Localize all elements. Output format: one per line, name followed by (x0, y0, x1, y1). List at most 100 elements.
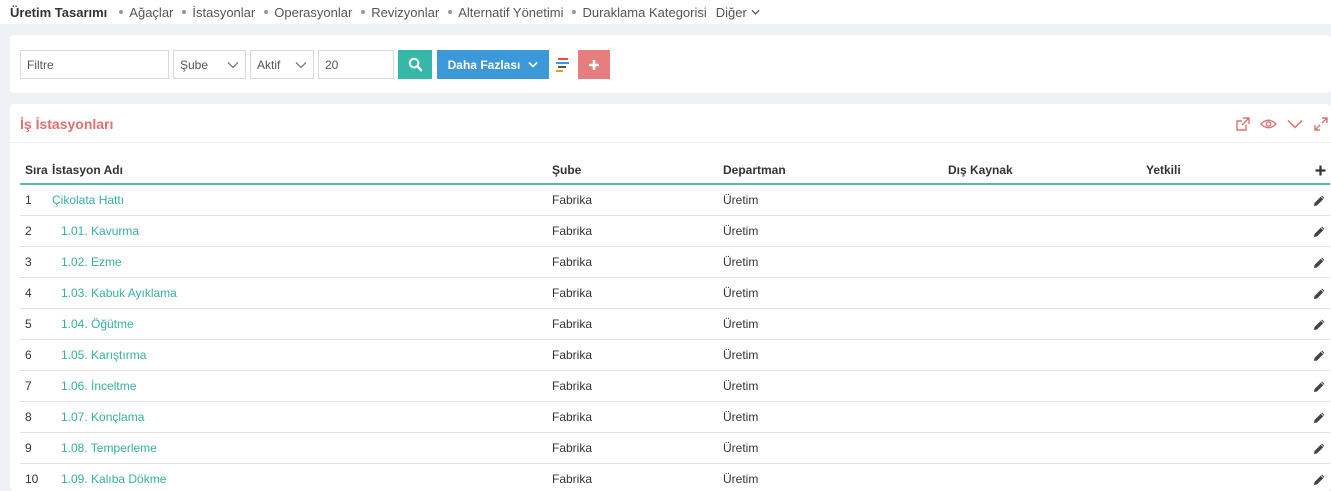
cell-department: Üretim (723, 308, 948, 340)
cell-station-name-link[interactable]: 1.05. Karıştırma (52, 339, 552, 371)
cell-sira: 10 (20, 463, 52, 491)
cell-station-name-link[interactable]: 1.08. Temperleme (52, 432, 552, 464)
cell-external-source (948, 401, 1146, 433)
edit-button[interactable] (1286, 246, 1330, 278)
cell-sira: 9 (20, 432, 52, 464)
expand-button[interactable] (1312, 115, 1329, 132)
nav-item-istasyonlar[interactable]: İstasyonlar (182, 5, 255, 20)
pencil-icon (1314, 257, 1325, 268)
edit-button[interactable] (1286, 339, 1330, 371)
col-header-sira[interactable]: Sıra (20, 155, 52, 185)
cell-authorized (1146, 308, 1286, 340)
cell-station-name-link[interactable]: 1.03. Kabuk Ayıklama (52, 277, 552, 309)
cell-department: Üretim (723, 432, 948, 464)
nav-item-label: Ağaçlar (129, 4, 174, 20)
work-stations-panel: İş İstasyonları Sıra İstasyon Adı Şube D… (10, 104, 1331, 491)
edit-button[interactable] (1286, 308, 1330, 340)
chevron-down-icon (751, 9, 760, 15)
nav-item-agaclar[interactable]: Ağaçlar (119, 5, 173, 20)
cell-branch: Fabrika (552, 463, 723, 491)
edit-button[interactable] (1286, 463, 1330, 491)
nav-item-revizyonlar[interactable]: Revizyonlar (361, 5, 439, 20)
cell-station-name-link[interactable]: 1.07. Konçlama (52, 401, 552, 433)
chevron-down-icon (227, 61, 239, 68)
nav-item-operasyonlar[interactable]: Operasyonlar (264, 5, 352, 20)
cell-external-source (948, 246, 1146, 278)
pencil-icon (1314, 474, 1325, 485)
cell-department: Üretim (723, 339, 948, 371)
column-settings-button[interactable] (554, 50, 572, 79)
nav-item-duraklama-kategorisi[interactable]: Duraklama Kategorisi (572, 5, 707, 20)
cell-external-source (948, 463, 1146, 491)
export-button[interactable] (1234, 115, 1251, 132)
export-icon (1235, 116, 1250, 131)
more-button[interactable]: Daha Fazlası (437, 50, 549, 79)
cell-external-source (948, 215, 1146, 247)
cell-authorized (1146, 184, 1286, 216)
pencil-icon (1314, 226, 1325, 237)
page-size-input[interactable] (318, 50, 394, 79)
cell-station-name-link[interactable]: 1.06. İnceltme (52, 370, 552, 402)
cell-authorized (1146, 339, 1286, 371)
edit-button[interactable] (1286, 370, 1330, 402)
cell-branch: Fabrika (552, 432, 723, 464)
bullet-icon (119, 10, 124, 14)
cell-department: Üretim (723, 370, 948, 402)
add-row-button[interactable] (1286, 155, 1330, 185)
cell-sira: 7 (20, 370, 52, 402)
col-header-department[interactable]: Departman (723, 155, 948, 185)
cell-station-name-link[interactable]: Çikolata Hattı (52, 184, 552, 216)
cell-authorized (1146, 463, 1286, 491)
cell-branch: Fabrika (552, 370, 723, 402)
nav-item-diger[interactable]: Diğer (716, 5, 760, 20)
cell-branch: Fabrika (552, 401, 723, 433)
pencil-icon (1314, 381, 1325, 392)
table-row: 5 1.04. Öğütme Fabrika Üretim (20, 308, 1330, 340)
cell-authorized (1146, 215, 1286, 247)
col-header-external-source[interactable]: Dış Kaynak (948, 155, 1146, 185)
cell-sira: 6 (20, 339, 52, 371)
filter-input[interactable] (20, 50, 169, 79)
cell-external-source (948, 308, 1146, 340)
plus-icon (589, 59, 599, 70)
nav-item-alternatif-yonetimi[interactable]: Alternatif Yönetimi (448, 5, 563, 20)
cell-department: Üretim (723, 277, 948, 309)
col-header-authorized[interactable]: Yetkili (1146, 155, 1286, 185)
edit-button[interactable] (1286, 432, 1330, 464)
top-nav: Üretim Tasarımı Ağaçlar İstasyonlar Oper… (0, 0, 1331, 24)
col-header-branch[interactable]: Şube (552, 155, 723, 185)
more-button-label: Daha Fazlası (447, 57, 521, 72)
search-button[interactable] (398, 50, 432, 79)
nav-item-label: Diğer (715, 4, 747, 20)
chevron-down-icon (1286, 119, 1303, 129)
table-row: 7 1.06. İnceltme Fabrika Üretim (20, 370, 1330, 402)
nav-item-label: Operasyonlar (274, 4, 353, 20)
cell-sira: 3 (20, 246, 52, 278)
nav-item-label: Alternatif Yönetimi (458, 4, 564, 20)
status-select-value: Aktif (257, 57, 281, 72)
cell-station-name-link[interactable]: 1.02. Ezme (52, 246, 552, 278)
table-row: 9 1.08. Temperleme Fabrika Üretim (20, 432, 1330, 464)
nav-item-uretim-tasarimi[interactable]: Üretim Tasarımı (10, 5, 107, 20)
cell-station-name-link[interactable]: 1.01. Kavurma (52, 215, 552, 247)
cell-station-name-link[interactable]: 1.09. Kalıba Dökme (52, 463, 552, 491)
cell-station-name-link[interactable]: 1.04. Öğütme (52, 308, 552, 340)
edit-button[interactable] (1286, 401, 1330, 433)
cell-external-source (948, 432, 1146, 464)
edit-button[interactable] (1286, 277, 1330, 309)
cell-branch: Fabrika (552, 184, 723, 216)
cell-authorized (1146, 401, 1286, 433)
edit-button[interactable] (1286, 215, 1330, 247)
bullet-icon (361, 10, 366, 14)
cell-branch: Fabrika (552, 308, 723, 340)
cell-sira: 5 (20, 308, 52, 340)
visibility-button[interactable] (1260, 115, 1277, 132)
col-header-station-name[interactable]: İstasyon Adı (52, 155, 552, 185)
pencil-icon (1314, 350, 1325, 361)
cell-authorized (1146, 277, 1286, 309)
status-select[interactable]: Aktif (250, 50, 314, 79)
branch-select[interactable]: Şube (173, 50, 246, 79)
edit-button[interactable] (1286, 184, 1330, 216)
collapse-button[interactable] (1286, 115, 1303, 132)
add-button[interactable] (578, 50, 610, 79)
